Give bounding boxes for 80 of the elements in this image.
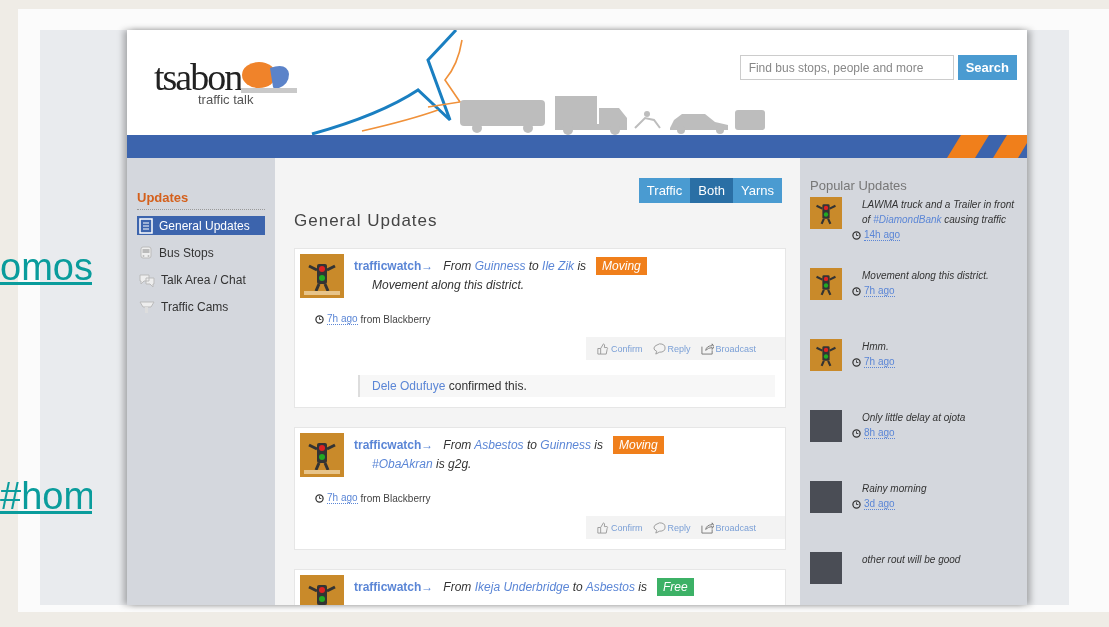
photo-placeholder xyxy=(810,410,842,442)
action-link[interactable]: Confirm xyxy=(611,343,643,354)
robot-avatar-icon xyxy=(810,268,842,300)
action-link[interactable]: Broadcast xyxy=(715,343,757,354)
action-link[interactable]: Reply xyxy=(667,343,691,354)
place-link[interactable]: Ile Zik xyxy=(542,259,575,273)
sidebar-item[interactable]: Talk Area / Chat xyxy=(137,270,265,289)
action-link[interactable]: Reply xyxy=(667,522,691,533)
status-badge: Moving xyxy=(596,257,647,275)
place-link[interactable]: Ikeja Underbridge xyxy=(474,580,570,594)
thumbs-up-icon xyxy=(596,342,609,355)
author-link[interactable]: trafficwatch→ xyxy=(354,438,434,452)
robot-avatar-icon xyxy=(300,254,344,298)
author-link[interactable]: trafficwatch→ xyxy=(354,259,434,273)
place-link[interactable]: Asbestos xyxy=(585,580,636,594)
chat-icon xyxy=(139,272,155,287)
camera-icon xyxy=(139,299,155,314)
feed-title: General Updates xyxy=(294,211,439,231)
time-link[interactable]: 3d ago xyxy=(864,498,895,510)
post-message: Movement along this district. xyxy=(372,278,526,292)
photo-placeholder xyxy=(810,481,842,513)
popular-update-text: Movement along this district. xyxy=(861,269,989,283)
bus-icon xyxy=(139,244,153,261)
popular-update-text: Rainy morning xyxy=(861,482,927,496)
filter-tab[interactable]: Both xyxy=(690,178,733,203)
clock-icon xyxy=(315,314,324,324)
clock-icon xyxy=(852,357,861,367)
search-button[interactable]: Search xyxy=(957,55,1017,80)
share-icon xyxy=(700,342,714,355)
status-badge: Free xyxy=(657,578,694,596)
clock-icon xyxy=(852,428,861,438)
clock-icon xyxy=(315,493,324,503)
popular-title: Popular Updates xyxy=(810,178,908,193)
post-message: #ObaAkran is g2g. xyxy=(372,457,473,471)
sidebar-item[interactable]: General Updates xyxy=(137,216,265,235)
speech-bubble-icon xyxy=(652,342,666,355)
time-link[interactable]: 7h ago xyxy=(864,285,895,297)
time-link[interactable]: 7h ago xyxy=(327,313,358,325)
popular-update-text: LAWMA truck and a Trailer in front of #DiamondBank causing traffic xyxy=(861,198,1016,227)
place-link[interactable]: Guinness xyxy=(474,259,526,273)
source-text: from Blackberry xyxy=(360,492,431,504)
action-link[interactable]: Broadcast xyxy=(715,522,757,533)
thumbs-up-icon xyxy=(596,521,609,534)
clock-icon xyxy=(852,286,861,296)
user-link[interactable]: Dele Odufuye xyxy=(372,379,446,393)
clock-icon xyxy=(852,499,861,509)
document-icon xyxy=(139,217,153,234)
clock-icon xyxy=(852,230,861,240)
sidebar-heading: Updates xyxy=(137,190,265,210)
hashtag-link[interactable]: #DiamondBank xyxy=(873,214,942,225)
hashtag-link[interactable]: #ObaAkran xyxy=(372,457,433,471)
page-link[interactable]: omos xyxy=(0,246,92,289)
robot-avatar-icon xyxy=(810,339,842,371)
route-text: From Guinness to Ile Zik is xyxy=(443,259,587,273)
filter-tab[interactable]: Traffic xyxy=(638,178,691,203)
time-link[interactable]: 7h ago xyxy=(327,492,358,504)
popular-update-text: Hmm. xyxy=(861,340,890,354)
action-link[interactable]: Confirm xyxy=(611,522,643,533)
confirmation-text: Dele Odufuye confirmed this. xyxy=(358,375,775,397)
place-link[interactable]: Asbestos xyxy=(474,438,524,452)
photo-placeholder xyxy=(810,552,842,584)
route-text: From Ikeja Underbridge to Asbestos is xyxy=(443,580,648,594)
share-icon xyxy=(700,521,714,534)
popular-update-text: other rout will be good xyxy=(861,553,961,567)
popular-update-text: Only little delay at ojota xyxy=(861,411,966,425)
time-link[interactable]: 7h ago xyxy=(864,356,895,368)
search-field[interactable]: Find bus stops, people and more xyxy=(739,55,954,80)
sidebar-item[interactable]: Traffic Cams xyxy=(137,297,265,316)
speech-bubble-icon xyxy=(652,521,666,534)
status-badge: Moving xyxy=(613,436,664,454)
robot-avatar-icon xyxy=(300,433,344,477)
route-text: From Asbestos to Guinness is xyxy=(443,438,603,452)
time-link[interactable]: 14h ago xyxy=(864,229,901,241)
sidebar-item[interactable]: Bus Stops xyxy=(137,243,265,262)
place-link[interactable]: Guinness xyxy=(540,438,591,452)
author-link[interactable]: trafficwatch→ xyxy=(354,580,434,594)
robot-avatar-icon xyxy=(810,197,842,229)
source-text: from Blackberry xyxy=(360,313,431,325)
filter-tab[interactable]: Yarns xyxy=(733,178,782,203)
time-link[interactable]: 8h ago xyxy=(864,427,895,439)
